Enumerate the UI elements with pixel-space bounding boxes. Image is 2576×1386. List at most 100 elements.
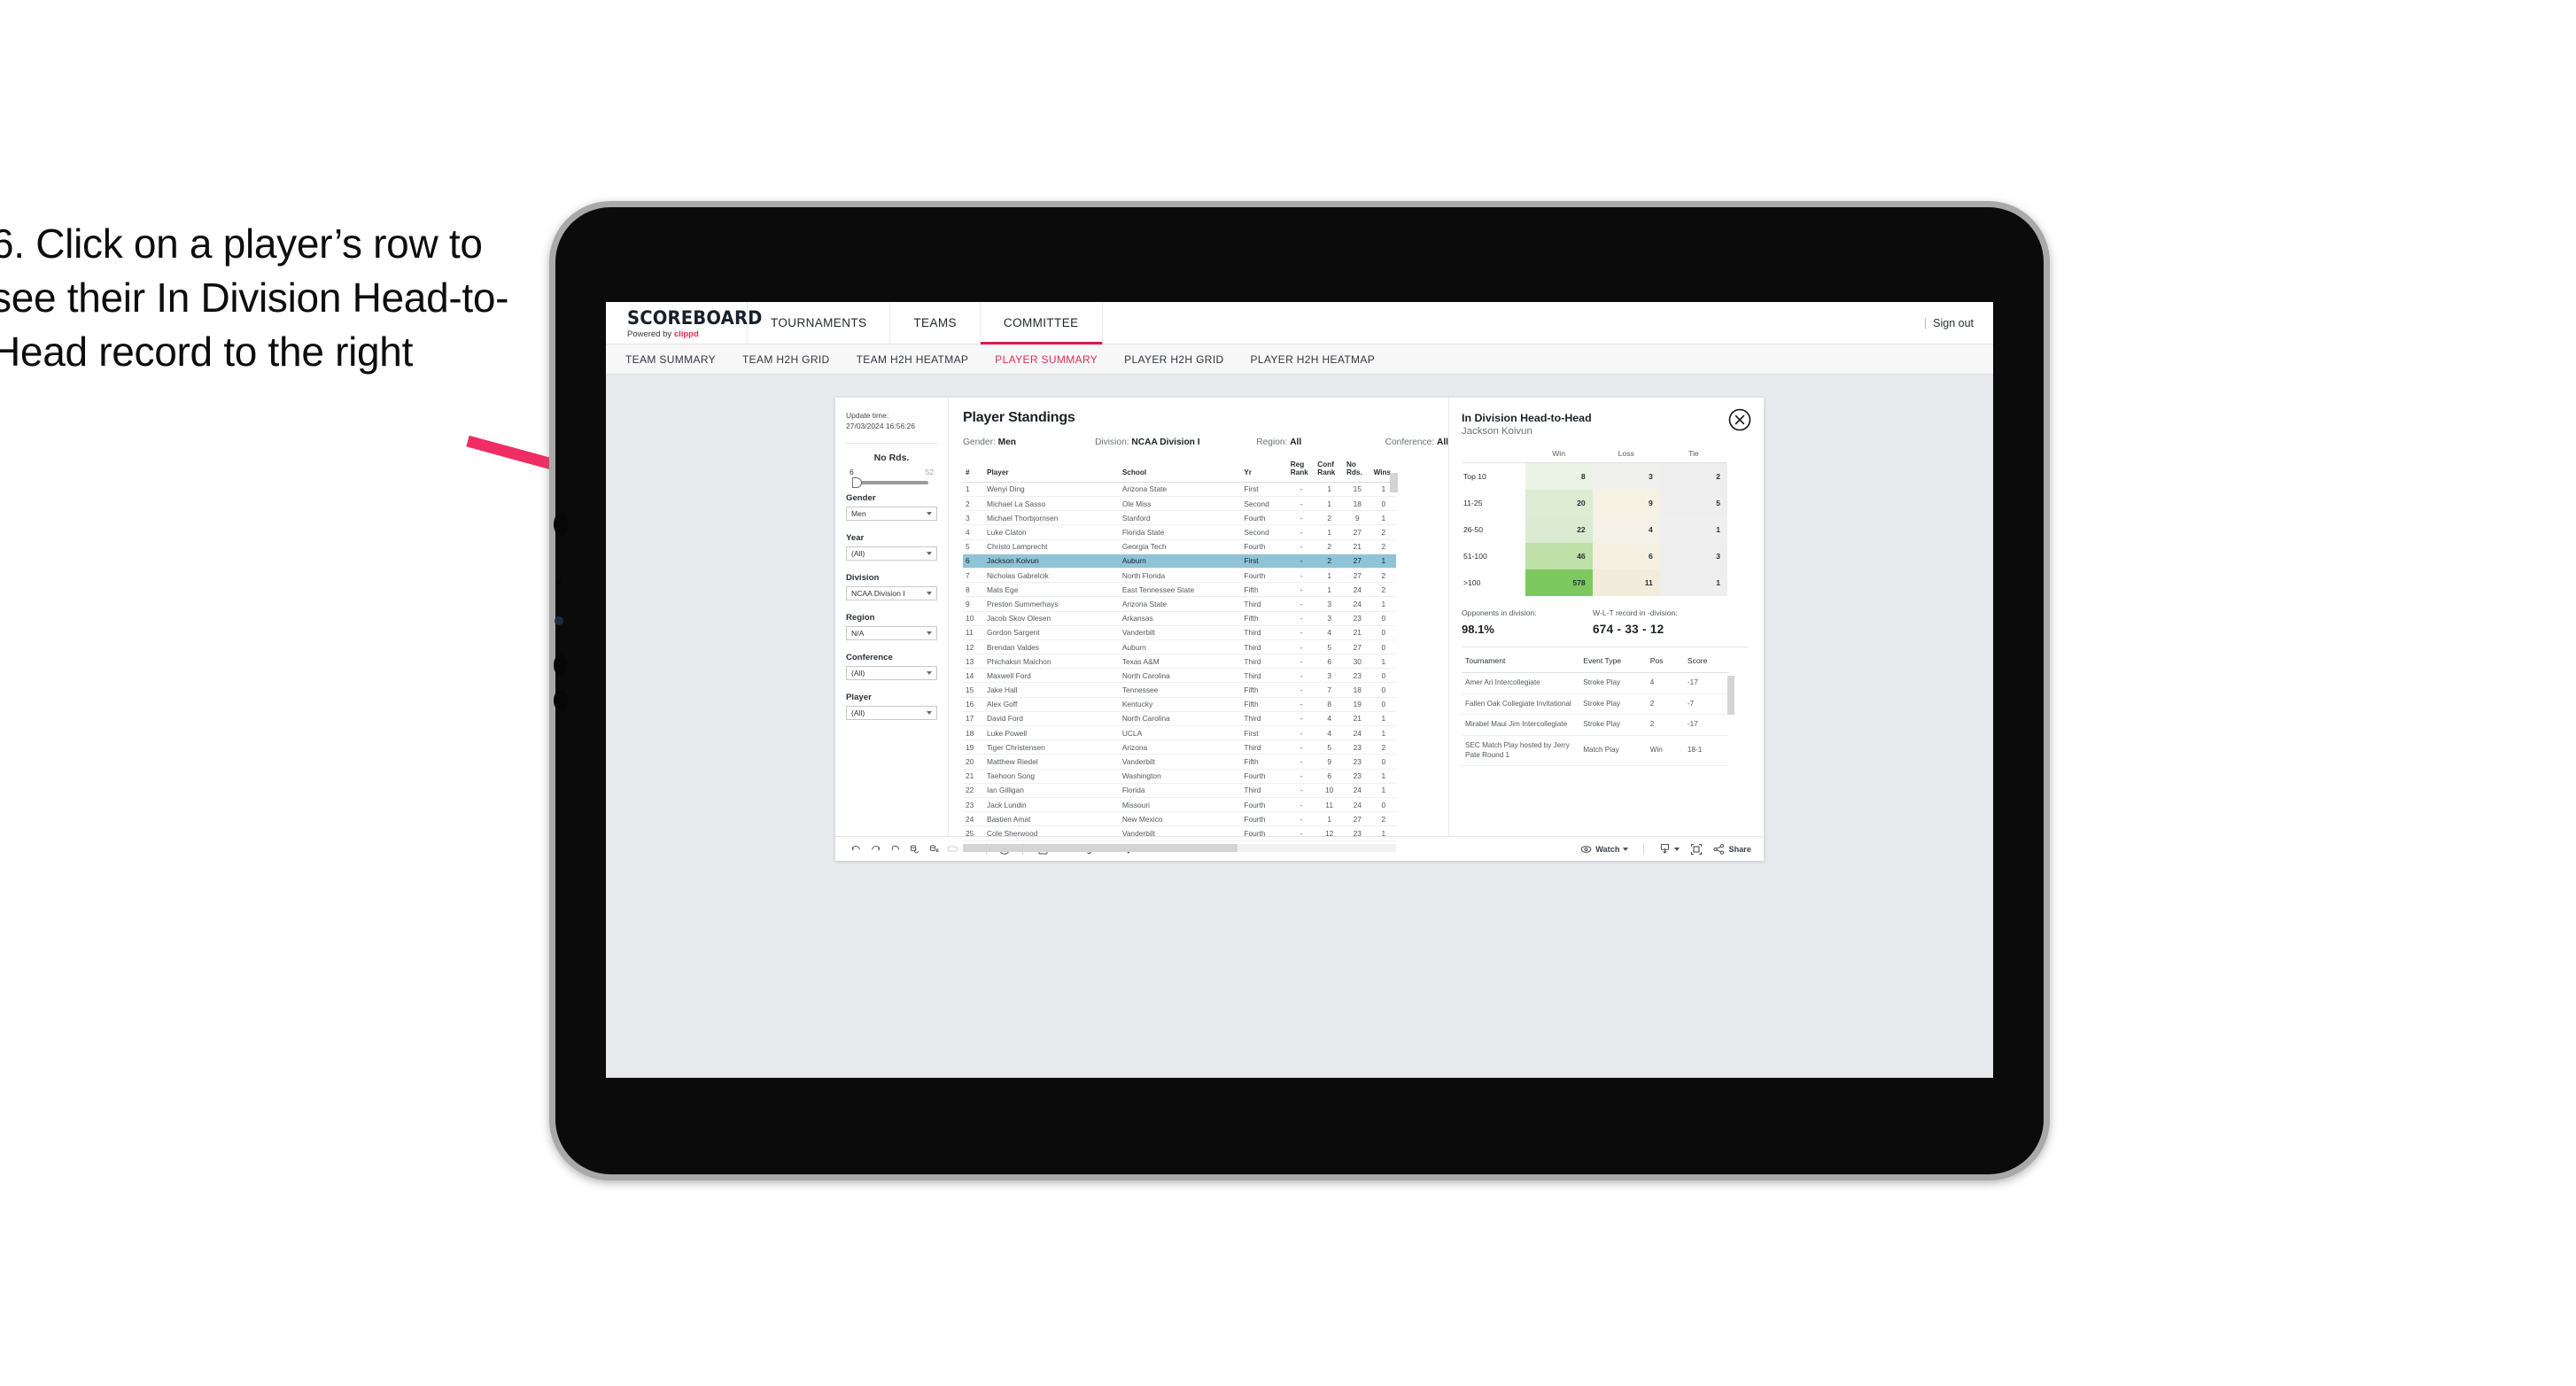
table-row[interactable]: 21 Taehoon Song Washington Fourth -6 23 1: [963, 769, 1396, 784]
heatmap-cell[interactable]: 1: [1659, 569, 1727, 596]
cell-rds: 21: [1344, 711, 1371, 727]
tab-player-h2h-grid[interactable]: PLAYER H2H GRID: [1124, 353, 1223, 366]
nav-tournaments[interactable]: TOURNAMENTS: [748, 302, 891, 344]
standings-horizontal-scrollbar[interactable]: [963, 843, 1238, 852]
tournament-row[interactable]: Fallen Oak Collegiate Invitational Stroke…: [1462, 693, 1729, 716]
table-row[interactable]: 25 Cole Sherwood Vanderbilt Fourth -12 23 1: [963, 825, 1396, 841]
heatmap-cell[interactable]: 2: [1659, 462, 1727, 490]
heatmap-cell[interactable]: 4: [1592, 516, 1660, 543]
cell-reg: -: [1287, 825, 1315, 841]
table-row[interactable]: 20 Matthew Riedel Vanderbilt Fifth -9 23 0: [963, 754, 1396, 770]
tab-team-summary[interactable]: TEAM SUMMARY: [625, 353, 716, 366]
cell-rds: 24: [1344, 582, 1371, 598]
tab-player-h2h-heatmap[interactable]: PLAYER H2H HEATMAP: [1251, 353, 1376, 366]
download-icon: [1661, 844, 1670, 854]
table-row[interactable]: 1 Wenyi Ding Arizona State First -1 15 1: [963, 482, 1396, 498]
watch-dropdown[interactable]: Watch: [1573, 845, 1635, 854]
heatmap-cell[interactable]: 3: [1659, 543, 1727, 569]
share-button[interactable]: Share: [1706, 843, 1753, 855]
heatmap-cell[interactable]: 20: [1525, 490, 1593, 516]
filter-region-select[interactable]: N/A: [846, 625, 937, 640]
cell-yr: Fourth: [1241, 811, 1288, 827]
filter-player-select[interactable]: (All): [846, 705, 937, 720]
tab-team-h2h-heatmap[interactable]: TEAM H2H HEATMAP: [857, 353, 969, 366]
primary-nav: TOURNAMENTS TEAMS COMMITTEE: [748, 302, 1103, 345]
nav-committee[interactable]: COMMITTEE: [980, 302, 1103, 345]
col-conf-rank: Conf Rank: [1315, 457, 1345, 483]
table-row[interactable]: 23 Jack Lundin Missouri Fourth -11 24 0: [963, 797, 1396, 813]
filter-gender-select[interactable]: Men: [846, 506, 937, 521]
table-row[interactable]: 11 Gordon Sargent Vanderbilt Third -4 21 0: [963, 625, 1396, 640]
table-row[interactable]: 24 Bastien Amat New Mexico Fourth -1 27 2: [963, 811, 1396, 827]
heatmap-cell[interactable]: 9: [1592, 490, 1660, 516]
table-row[interactable]: 18 Luke Powell UCLA First -4 24 1: [963, 725, 1396, 741]
tournament-row[interactable]: SEC Match Play hosted by Jerry Pate Roun…: [1462, 735, 1729, 767]
tournament-cell-name: Amer Ari Intercollegiate: [1462, 672, 1580, 694]
tournament-table-wrap: Tournament Event Type Pos Score Amer Ari…: [1462, 656, 1734, 767]
heatmap-cell[interactable]: 22: [1525, 516, 1593, 543]
cell-player: Nicholas Gabrelcik: [984, 568, 1120, 584]
heatmap-cell[interactable]: 578: [1525, 569, 1593, 596]
table-row[interactable]: 22 Ian Gilligan Florida Third -10 24 1: [963, 783, 1396, 798]
no-rounds-slider[interactable]: No Rds. 6 52: [846, 453, 937, 488]
no-rounds-min: 6: [850, 467, 854, 476]
cell-school: Arizona State: [1119, 596, 1242, 612]
cell-reg: -: [1287, 654, 1315, 670]
table-row[interactable]: 3 Michael Thorbjornsen Stanford Fourth -2 9 1: [963, 510, 1396, 526]
table-row[interactable]: 17 David Ford North Carolina Third -4 21 1: [963, 711, 1396, 727]
cell-player: Luke Powell: [984, 725, 1120, 741]
cell-yr: Third: [1241, 654, 1288, 670]
table-row[interactable]: 6 Jackson Koivun Auburn First -2 27 1: [963, 554, 1396, 569]
redo-icon[interactable]: [865, 843, 885, 855]
filter-division-select[interactable]: NCAA Division I: [846, 585, 937, 600]
nav-teams[interactable]: TEAMS: [890, 302, 981, 344]
heatmap-cell[interactable]: 5: [1659, 490, 1727, 516]
heatmap-cell[interactable]: 8: [1525, 462, 1593, 490]
signout-link[interactable]: Sign out: [1933, 317, 1974, 329]
table-row[interactable]: 5 Christo Lamprecht Georgia Tech Fourth -2 21…: [963, 539, 1396, 554]
cell-rank: 9: [963, 596, 984, 612]
tab-team-h2h-grid[interactable]: TEAM H2H GRID: [742, 353, 830, 366]
table-row[interactable]: 10 Jacob Skov Olesen Arkansas Fifth -3 23 0: [963, 611, 1396, 626]
cell-wins: 1: [1370, 654, 1396, 670]
table-row[interactable]: 12 Brendan Valdes Auburn Third -5 27 0: [963, 639, 1396, 655]
filter-year-select[interactable]: (All): [846, 546, 937, 561]
table-row[interactable]: 9 Preston Summerhays Arizona State Third -3 2…: [963, 596, 1396, 612]
cell-rank: 18: [963, 725, 984, 741]
undo-icon[interactable]: [846, 843, 865, 855]
table-row[interactable]: 2 Michael La Sasso Ole Miss Second -1 18 0: [963, 496, 1396, 512]
table-row[interactable]: 4 Luke Claton Florida State Second -1 27 2: [963, 524, 1396, 540]
table-row[interactable]: 19 Tiger Christensen Arizona Third -5 23 2: [963, 739, 1396, 755]
slider-handle[interactable]: [852, 476, 862, 488]
download-dropdown[interactable]: [1652, 843, 1687, 855]
table-row[interactable]: 13 Phichaksn Maichon Texas A&M Third -6 30 1: [963, 654, 1396, 670]
cell-rank: 17: [963, 711, 984, 727]
close-circle-icon[interactable]: [1728, 408, 1751, 431]
pause-updates-icon[interactable]: [924, 843, 943, 855]
tournament-scrollbar[interactable]: [1727, 676, 1734, 715]
standings-vertical-scrollbar[interactable]: [1390, 473, 1398, 492]
filter-conference-select[interactable]: (All): [846, 665, 937, 680]
table-row[interactable]: 16 Alex Goff Kentucky Fifth -8 19 0: [963, 697, 1396, 712]
table-row[interactable]: 15 Jake Hall Tennessee Fifth -7 18 0: [963, 682, 1396, 698]
tournament-row[interactable]: Amer Ari Intercollegiate Stroke Play 4 -17: [1462, 672, 1729, 694]
heatmap-cell[interactable]: 3: [1592, 462, 1660, 490]
table-row[interactable]: 8 Mats Ege East Tennessee State Fifth -1 24 2: [963, 582, 1396, 598]
table-row[interactable]: 14 Maxwell Ford North Carolina Third -3 23 0: [963, 668, 1396, 684]
heatmap-cell[interactable]: 1: [1659, 516, 1727, 543]
heatmap-cell[interactable]: 11: [1592, 569, 1660, 596]
table-row[interactable]: 7 Nicholas Gabrelcik North Florida Fourth -1…: [963, 568, 1396, 584]
tab-player-summary[interactable]: PLAYER SUMMARY: [995, 353, 1098, 366]
heatmap-cell[interactable]: 6: [1592, 543, 1660, 569]
highlight-icon: [947, 846, 958, 852]
revert-icon[interactable]: [885, 843, 904, 855]
cell-conf: 9: [1315, 754, 1345, 770]
refresh-data-icon[interactable]: [904, 843, 924, 855]
tournament-row[interactable]: Mirabel Maui Jim Intercollegiate Stroke P…: [1462, 714, 1729, 736]
cell-player: Ian Gilligan: [984, 783, 1120, 798]
cell-yr: First: [1241, 725, 1288, 741]
slider-track[interactable]: [852, 476, 928, 488]
cell-player: Taehoon Song: [984, 769, 1120, 784]
heatmap-cell[interactable]: 46: [1525, 543, 1593, 569]
fullscreen-icon[interactable]: [1687, 843, 1706, 856]
